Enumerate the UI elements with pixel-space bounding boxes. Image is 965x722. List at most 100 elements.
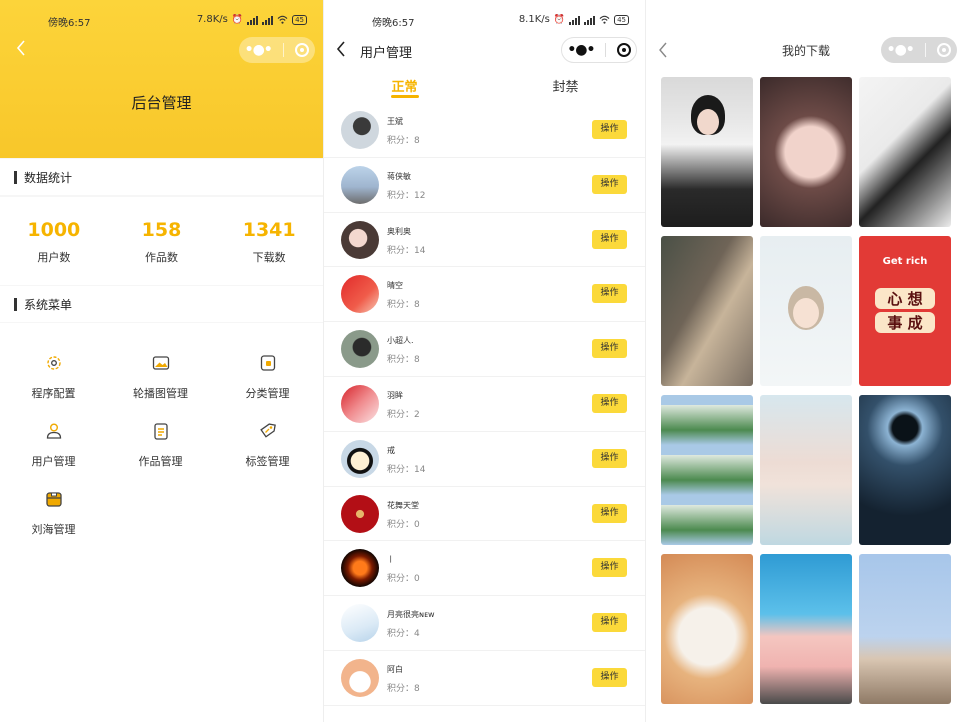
avatar [341, 275, 379, 314]
user-name: 蒋侠敏 [387, 171, 411, 181]
wallpaper-thumbnail[interactable] [859, 395, 951, 545]
operate-button[interactable]: 操作 [592, 174, 627, 194]
list-item: 蒋侠敏 积分：12 操作 [324, 158, 645, 213]
more-icon[interactable]: •●• [567, 42, 595, 58]
capsule-divider [283, 43, 285, 57]
user-score: 积分：8 [387, 300, 420, 311]
user-score: 积分：2 [387, 409, 420, 420]
close-miniprogram-icon[interactable] [937, 43, 952, 57]
user-icon [46, 423, 61, 439]
avatar [341, 165, 379, 204]
menu-item-label: 分类管理 [245, 387, 290, 400]
more-icon[interactable]: •●• [245, 42, 273, 58]
close-miniprogram-icon[interactable] [295, 43, 310, 57]
user-score: 积分：0 [387, 574, 420, 585]
menu-item-label: 程序配置 [31, 387, 76, 400]
illustration-subject [793, 298, 819, 328]
menu-section-header: 系统菜单 [0, 286, 323, 322]
thumbnail-caption: Get rich [882, 256, 928, 267]
status-time: 傍晚6:57 [48, 18, 91, 29]
mini-program-capsule: •●• [239, 37, 315, 63]
operate-button[interactable]: 操作 [592, 120, 627, 139]
wallpaper-thumbnail[interactable] [661, 77, 753, 227]
more-icon[interactable]: •●• [887, 42, 915, 58]
page-title: 后台管理 [131, 94, 192, 112]
operate-button[interactable]: 操作 [592, 284, 627, 304]
operate-button[interactable]: 操作 [592, 558, 627, 578]
stat-downloads: 1341 下载数 [215, 197, 323, 285]
avatar [341, 220, 379, 259]
back-button[interactable] [336, 41, 346, 61]
menu-item-notch-manage[interactable]: 刘海管理 [0, 489, 107, 557]
signal-icon [584, 15, 596, 25]
avatar [341, 330, 379, 369]
chevron-left-icon [336, 41, 345, 57]
user-name: 月亮很亮ɴᴇᴡ [387, 610, 435, 620]
operate-button[interactable]: 操作 [592, 503, 627, 523]
user-score: 积分：8 [387, 355, 420, 366]
menu-item-works-manage[interactable]: 作品管理 [107, 421, 214, 489]
avatar [341, 658, 379, 697]
user-score: 积分：0 [387, 519, 420, 530]
download-grid: Get rich 心 想 事 成 [661, 77, 953, 704]
wallpaper-thumbnail[interactable] [760, 554, 852, 704]
operate-button[interactable]: 操作 [592, 448, 627, 468]
user-score: 积分：14 [387, 464, 426, 475]
menu-item-label: 作品管理 [138, 455, 183, 468]
user-name: ㅣ [387, 555, 395, 565]
alarm-icon: ⏰ [231, 14, 244, 25]
stats-heading: 数据统计 [24, 170, 73, 185]
stat-value: 158 [141, 219, 182, 241]
battery-icon: 45 [292, 14, 307, 25]
stat-value: 1341 [242, 219, 296, 241]
wallpaper-thumbnail[interactable] [760, 236, 852, 386]
wallpaper-thumbnail[interactable] [661, 395, 753, 545]
operate-button[interactable]: 操作 [592, 229, 627, 249]
user-name: 阿白 [387, 664, 403, 674]
stat-users: 1000 用户数 [0, 197, 108, 285]
section-marker [14, 170, 17, 184]
signal-icon [247, 15, 259, 25]
tab-banned[interactable]: 封禁 [485, 70, 645, 102]
alarm-icon: ⏰ [553, 14, 566, 25]
status-bar: 傍晚6:57 7.8K/s ⏰ 45 [0, 14, 323, 30]
wallpaper-thumbnail[interactable] [661, 554, 753, 704]
operate-button[interactable]: 操作 [592, 339, 627, 359]
stat-works: 158 作品数 [108, 197, 216, 285]
stats-row: 1000 用户数 158 作品数 1341 下载数 [0, 197, 323, 285]
mini-program-capsule: •●• [561, 37, 637, 63]
back-button[interactable] [16, 40, 26, 60]
list-item: 晴空 积分：8 操作 [324, 267, 645, 323]
wallpaper-thumbnail[interactable] [661, 236, 753, 386]
user-score: 积分：14 [387, 245, 426, 256]
close-miniprogram-icon[interactable] [616, 43, 631, 57]
menu-item-user-manage[interactable]: 用户管理 [0, 421, 107, 489]
tab-normal[interactable]: 正常 [324, 70, 485, 102]
operate-button[interactable]: 操作 [592, 393, 627, 413]
wallpaper-thumbnail[interactable] [760, 395, 852, 545]
wallpaper-thumbnail[interactable] [859, 554, 951, 704]
menu-item-banner-manage[interactable]: 轮播图管理 [107, 353, 214, 421]
wallpaper-thumbnail[interactable]: Get rich 心 想 事 成 [859, 236, 951, 386]
status-bar: 傍晚6:57 8.1K/s ⏰ 45 [324, 14, 645, 30]
list-item: 阿白 积分：8 操作 [324, 651, 645, 706]
avatar [341, 604, 379, 643]
user-list: 王斌 积分：8 操作 蒋侠敏 积分：12 操作 奥利奥 积分：14 操作 晴空 … [324, 103, 645, 706]
user-name: 晴空 [387, 281, 403, 291]
chevron-left-icon [16, 40, 25, 56]
wallpaper-thumbnail[interactable] [760, 77, 852, 227]
operate-button[interactable]: 操作 [592, 613, 627, 633]
user-name: 奥利奥 [387, 226, 411, 236]
stats-section-header: 数据统计 [0, 159, 323, 195]
mini-program-capsule: •●• [881, 37, 957, 63]
photo-subject [697, 109, 719, 135]
signal-icon [262, 15, 274, 25]
menu-item-tag-manage[interactable]: 标签管理 [214, 421, 321, 489]
menu-item-program-config[interactable]: 程序配置 [0, 353, 107, 421]
menu-item-category-manage[interactable]: 分类管理 [214, 353, 321, 421]
category-icon [260, 355, 275, 371]
list-item: 月亮很亮ɴᴇᴡ 积分：4 操作 [324, 596, 645, 651]
operate-button[interactable]: 操作 [592, 667, 627, 687]
tag-icon [259, 423, 276, 438]
wallpaper-thumbnail[interactable] [859, 77, 951, 227]
